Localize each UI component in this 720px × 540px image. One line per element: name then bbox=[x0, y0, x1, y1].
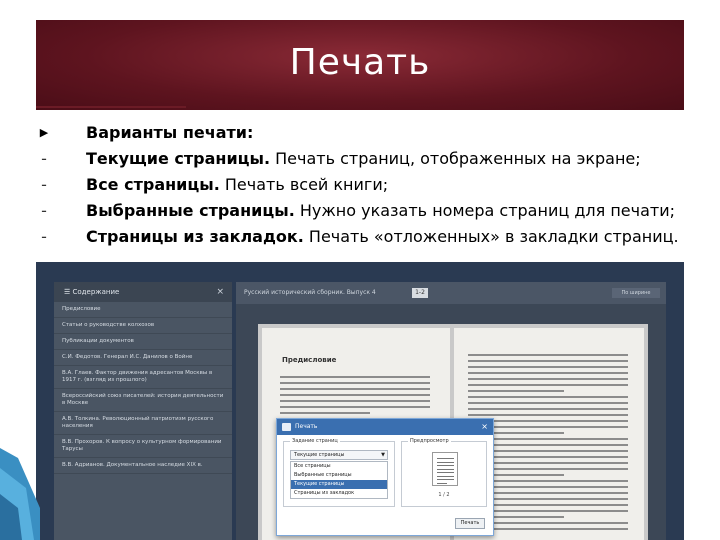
text-line bbox=[468, 372, 628, 374]
sidebar-item[interactable]: В.А. Глаев. Фактор движения адресантов М… bbox=[54, 366, 232, 389]
bullet-text: Печать страниц, отображенных на экране; bbox=[270, 149, 641, 168]
sidebar-item[interactable]: Предисловие bbox=[54, 302, 232, 318]
reader-toolbar: Русский исторический сборник. Выпуск 4 1… bbox=[236, 282, 666, 304]
text-line bbox=[468, 360, 628, 362]
text-line bbox=[468, 396, 628, 398]
text-line bbox=[280, 406, 430, 408]
text-line bbox=[280, 400, 430, 402]
sidebar-item[interactable]: С.И. Федотов. Генерал И.С. Данилов о Вой… bbox=[54, 350, 232, 366]
preview-page-count: 1 / 2 bbox=[438, 492, 450, 498]
sidebar-item[interactable]: Публикации документов bbox=[54, 334, 232, 350]
page-thumbnail bbox=[432, 452, 458, 486]
option-all-pages[interactable]: Все страницы bbox=[291, 462, 387, 471]
bullet-strong: Выбранные страницы. bbox=[86, 201, 295, 220]
bullet-item: - Текущие страницы. Печать страниц, отоб… bbox=[34, 146, 694, 172]
bullet-dash-icon: - bbox=[41, 201, 47, 220]
app-screenshot: ☰ Содержание × Предисловие Статьи о руко… bbox=[36, 262, 684, 540]
thumbnail-line bbox=[437, 482, 447, 484]
close-icon[interactable]: × bbox=[216, 282, 224, 302]
sidebar-item[interactable]: Всероссийский союз писателей: история де… bbox=[54, 389, 232, 412]
text-line bbox=[468, 414, 628, 416]
thumbnail-line bbox=[437, 479, 454, 480]
text-line bbox=[468, 384, 628, 386]
dialog-title: Печать bbox=[295, 423, 318, 430]
page-number-input[interactable]: 1-2 bbox=[412, 288, 428, 298]
text-line bbox=[468, 390, 564, 392]
group-label: Задание страниц bbox=[290, 438, 340, 444]
bullet-list: ▶ Варианты печати: - Текущие страницы. П… bbox=[34, 120, 694, 250]
select-value: Текущие страницы bbox=[294, 452, 345, 458]
page-heading: Предисловие bbox=[282, 356, 337, 364]
bullet-dash-icon: - bbox=[41, 149, 47, 168]
page-range-group: Задание страниц Текущие страницы ▼ Все с… bbox=[283, 438, 395, 507]
preview-group: Предпросмотр 1 / 2 bbox=[401, 438, 487, 507]
bullet-strong: Все страницы. bbox=[86, 175, 220, 194]
text-line bbox=[468, 366, 628, 368]
text-line bbox=[468, 402, 628, 404]
bullet-strong: Страницы из закладок. bbox=[86, 227, 304, 246]
bullet-dash-icon: - bbox=[41, 175, 47, 194]
print-dialog: Печать × Задание страниц Текущие страниц… bbox=[276, 418, 494, 536]
chevron-down-icon: ▼ bbox=[381, 452, 385, 458]
thumbnail-line bbox=[437, 461, 454, 463]
option-bookmark-pages[interactable]: Страницы из закладок bbox=[291, 489, 387, 498]
thumbnail-line bbox=[437, 472, 454, 473]
thumbnail-line bbox=[437, 465, 454, 466]
option-selected-pages[interactable]: Выбранные страницы bbox=[291, 471, 387, 480]
sidebar-menu-icon[interactable]: ☰ bbox=[64, 288, 70, 296]
printer-icon bbox=[282, 423, 291, 431]
sidebar-item[interactable]: Статьи о руководстве колхозов bbox=[54, 318, 232, 334]
sidebar-item[interactable]: В.В. Прохоров. К вопросу о культурном фо… bbox=[54, 435, 232, 458]
text-line bbox=[468, 378, 628, 380]
title-underline bbox=[36, 106, 186, 108]
bullet-dash-icon: - bbox=[41, 227, 47, 246]
bullet-text: Нужно указать номера страниц для печати; bbox=[294, 201, 675, 220]
title-banner: Печать bbox=[36, 20, 684, 110]
sidebar-header: ☰ Содержание × bbox=[54, 282, 232, 302]
bullet-text: Печать «отложенных» в закладки страниц. bbox=[303, 227, 679, 246]
bullet-text: Печать всей книги; bbox=[219, 175, 389, 194]
text-line bbox=[280, 394, 430, 396]
option-current-pages[interactable]: Текущие страницы bbox=[291, 480, 387, 489]
close-icon[interactable]: × bbox=[481, 419, 488, 435]
bullet-strong: Текущие страницы. bbox=[86, 149, 271, 168]
text-line bbox=[280, 412, 370, 414]
page-range-select[interactable]: Текущие страницы ▼ bbox=[290, 450, 388, 460]
corner-decoration bbox=[0, 448, 40, 540]
thumbnail-line bbox=[437, 468, 454, 470]
dialog-header: Печать × bbox=[277, 419, 493, 435]
bullet-item: - Страницы из закладок. Печать «отложенн… bbox=[34, 224, 694, 250]
sidebar-title: Содержание bbox=[72, 288, 120, 296]
contents-sidebar: ☰ Содержание × Предисловие Статьи о руко… bbox=[54, 282, 232, 540]
page-range-options: Все страницы Выбранные страницы Текущие … bbox=[290, 461, 388, 499]
text-line bbox=[468, 408, 628, 410]
bullet-item: - Все страницы. Печать всей книги; bbox=[34, 172, 694, 198]
text-line bbox=[468, 354, 628, 356]
bullet-arrow-icon: ▶ bbox=[39, 126, 49, 139]
thumbnail-line bbox=[437, 475, 454, 477]
slide: Печать ▶ Варианты печати: - Текущие стра… bbox=[0, 0, 720, 540]
text-line bbox=[280, 382, 430, 384]
slide-title: Печать bbox=[289, 42, 431, 83]
preview-label: Предпросмотр bbox=[408, 438, 451, 444]
text-line bbox=[280, 388, 430, 390]
sidebar-item[interactable]: В.В. Адрианов. Документальное наследие X… bbox=[54, 458, 232, 474]
book-title: Русский исторический сборник. Выпуск 4 bbox=[244, 289, 376, 296]
thumbnail-line bbox=[437, 458, 454, 459]
bullet-strong: Варианты печати: bbox=[86, 123, 254, 142]
bullet-item: - Выбранные страницы. Нужно указать номе… bbox=[34, 198, 694, 224]
bullet-item: ▶ Варианты печати: bbox=[34, 120, 694, 146]
print-button[interactable]: Печать bbox=[455, 518, 485, 529]
reader-main: Русский исторический сборник. Выпуск 4 1… bbox=[236, 282, 666, 540]
zoom-select[interactable]: По ширине bbox=[612, 288, 660, 298]
text-line bbox=[280, 376, 430, 378]
sidebar-item[interactable]: А.В. Толкина. Революционный патриотизм р… bbox=[54, 412, 232, 435]
